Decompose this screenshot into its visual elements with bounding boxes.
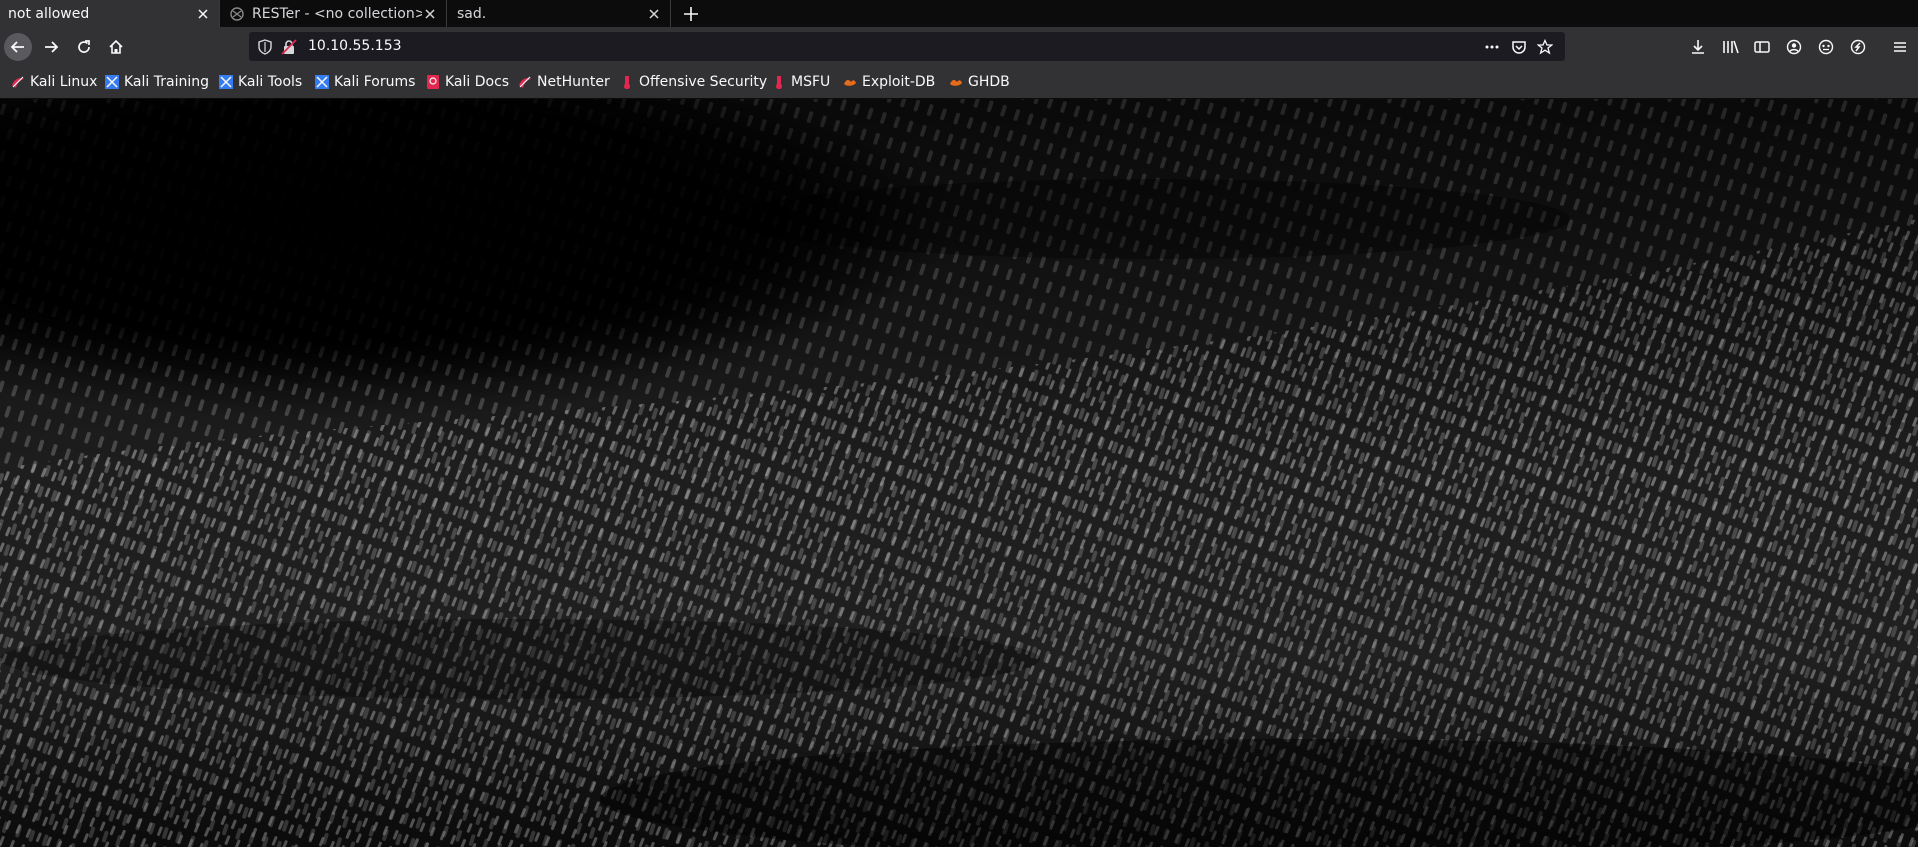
bookmark-label: Kali Docs [445, 74, 510, 90]
exploit-db-icon [844, 79, 856, 86]
bookmark-exploit-db[interactable]: Exploit-DB [843, 72, 935, 92]
proxy-button[interactable] [1844, 33, 1872, 61]
account-button[interactable] [1780, 33, 1808, 61]
new-tab-button[interactable] [677, 0, 705, 27]
pocket-icon[interactable] [1511, 39, 1527, 55]
menu-button[interactable] [1886, 33, 1914, 61]
insecure-lock-icon[interactable] [281, 39, 297, 55]
tab-sad[interactable]: sad. [449, 0, 671, 27]
bookmark-label: MSFU [791, 74, 831, 90]
bookmark-label: Kali Training [124, 74, 209, 90]
star-icon[interactable] [1537, 39, 1553, 55]
url-text: 10.10.55.153 [308, 38, 402, 54]
shield-icon[interactable] [257, 39, 273, 55]
back-button[interactable] [4, 33, 32, 61]
library-button[interactable] [1717, 33, 1745, 61]
sidebar-icon [1754, 41, 1770, 53]
library-icon [1723, 40, 1739, 54]
kali-training-icon [105, 75, 119, 89]
close-icon[interactable] [195, 6, 211, 22]
kali-forums-icon [315, 75, 329, 89]
tab-title: RESTer - <no collection> [252, 5, 422, 22]
extension-button[interactable] [1812, 33, 1840, 61]
home-icon [109, 39, 123, 54]
downloads-button[interactable] [1684, 33, 1712, 61]
bookmark-label: NetHunter [537, 74, 610, 90]
reload-icon [78, 40, 90, 53]
offensive-security-icon [624, 76, 630, 89]
tab-title: sad. [457, 5, 487, 22]
sidebar-button[interactable] [1748, 33, 1776, 61]
ghdb-icon [950, 79, 962, 86]
arrow-left-icon [10, 41, 24, 53]
tab-not-allowed[interactable]: not allowed [0, 0, 220, 27]
bookmark-kali-tools[interactable]: Kali Tools [219, 72, 302, 92]
bookmark-msfu[interactable]: MSFU [772, 72, 830, 92]
nethunter-icon [519, 76, 531, 88]
hamburger-icon [1894, 42, 1906, 52]
bookmark-label: Kali Forums [334, 74, 416, 90]
bookmark-kali-forums[interactable]: Kali Forums [315, 72, 415, 92]
bookmark-ghdb[interactable]: GHDB [949, 72, 1010, 92]
url-bar[interactable]: 10.10.55.153 [249, 32, 1565, 61]
plus-icon [684, 6, 698, 21]
proxy-icon [1850, 39, 1866, 55]
bookmarks-toolbar: Kali Linux Kali Training Kali Tools Kali… [0, 66, 1918, 99]
navigation-toolbar: 10.10.55.153 [0, 27, 1918, 66]
page-actions-icon[interactable] [1484, 39, 1500, 55]
forward-button[interactable] [37, 33, 65, 61]
kali-docs-icon [427, 75, 439, 89]
close-icon[interactable] [422, 6, 438, 22]
page-content [0, 99, 1918, 847]
msfu-icon [776, 76, 782, 89]
bookmark-nethunter[interactable]: NetHunter [518, 72, 610, 92]
bookmark-label: Exploit-DB [862, 74, 936, 90]
bookmark-kali-linux[interactable]: Kali Linux [11, 72, 97, 92]
bookmark-label: Kali Linux [30, 74, 98, 90]
bookmark-label: Offensive Security [639, 74, 768, 90]
extension-icon [1818, 39, 1834, 55]
download-icon [1692, 40, 1704, 54]
bookmark-kali-docs[interactable]: Kali Docs [426, 72, 509, 92]
bookmark-label: Kali Tools [238, 74, 303, 90]
bookmark-kali-training[interactable]: Kali Training [105, 72, 209, 92]
close-icon[interactable] [646, 6, 662, 22]
home-button[interactable] [102, 33, 130, 61]
kali-tools-icon [219, 75, 233, 89]
bookmark-label: GHDB [968, 74, 1010, 90]
tab-rester[interactable]: RESTer - <no collection> [222, 0, 447, 27]
tab-title: not allowed [8, 5, 90, 22]
arrow-right-icon [45, 41, 59, 53]
account-icon [1786, 39, 1802, 55]
kali-linux-icon [12, 76, 24, 88]
tab-strip: not allowed RESTer - <no collection> sad… [0, 0, 1918, 27]
background-image [0, 99, 1918, 847]
reload-button[interactable] [70, 33, 98, 61]
bookmark-offensive-security[interactable]: Offensive Security [620, 72, 767, 92]
rester-favicon-icon [230, 6, 244, 21]
